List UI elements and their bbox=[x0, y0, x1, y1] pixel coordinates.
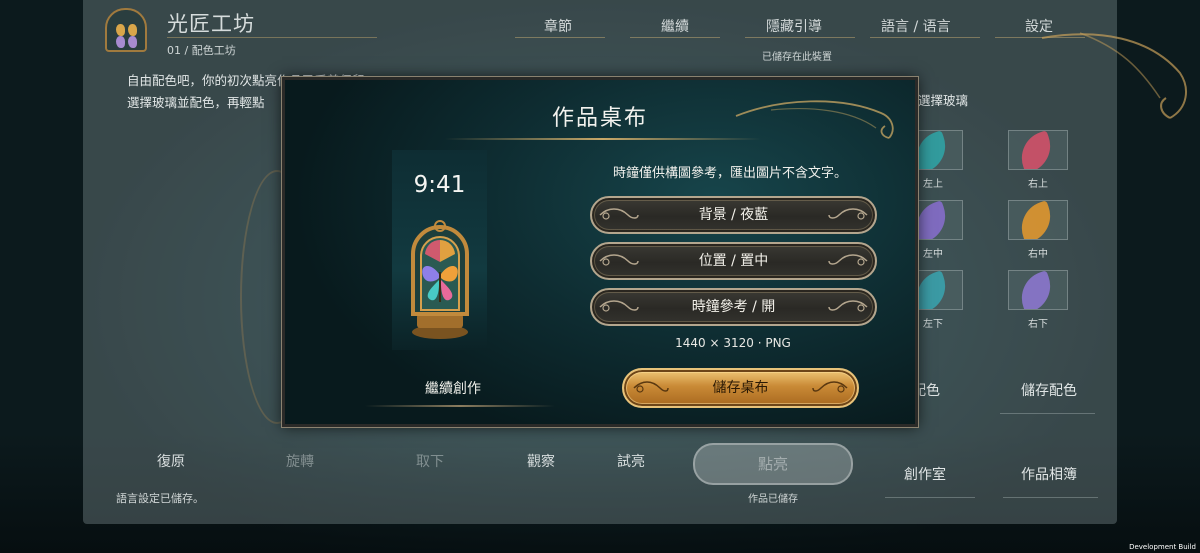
dialog-title: 作品桌布 bbox=[551, 106, 648, 131]
swatch-label: 右上 bbox=[1028, 179, 1048, 190]
nav-continue[interactable]: 繼續 bbox=[661, 16, 689, 36]
save-wallpaper-label: 儲存桌布 bbox=[712, 380, 769, 396]
try-light-button[interactable]: 試亮 bbox=[617, 451, 645, 471]
app-subtitle: 01 / 配色工坊 bbox=[167, 44, 236, 57]
album-underline bbox=[1003, 497, 1098, 498]
scroll-ornament-icon bbox=[828, 254, 868, 266]
continue-creating-button[interactable]: 繼續創作 bbox=[425, 378, 481, 398]
rotate-button[interactable]: 旋轉 bbox=[286, 451, 314, 471]
swatch-bottom-right[interactable] bbox=[1008, 270, 1068, 310]
lantern-icon bbox=[411, 220, 469, 339]
studio-underline bbox=[885, 497, 975, 498]
save-colors-button[interactable]: 儲存配色 bbox=[1021, 380, 1077, 400]
light-up-button[interactable]: 點亮 bbox=[693, 443, 853, 485]
scroll-ornament-icon bbox=[812, 381, 848, 393]
scroll-ornament-icon bbox=[633, 381, 669, 393]
swatch-label: 右下 bbox=[1028, 319, 1048, 330]
wallpaper-dialog: 作品桌布 9:41 時鐘僅供構圖參考，匯出圖片不含文字。 背景 / 夜藍 位置 … bbox=[281, 76, 919, 428]
saved-status: 已儲存在此裝置 bbox=[762, 52, 832, 63]
export-spec: 1440 × 3120 · PNG bbox=[675, 336, 791, 350]
nav-underline bbox=[745, 37, 855, 38]
nav-hide-guide[interactable]: 隱藏引導 bbox=[766, 16, 822, 36]
nav-underline bbox=[870, 37, 980, 38]
swatch-label: 右中 bbox=[1028, 249, 1048, 260]
position-option-label: 位置 / 置中 bbox=[698, 253, 769, 269]
title-divider bbox=[445, 138, 761, 140]
clock-reference-option-label: 時鐘參考 / 開 bbox=[691, 299, 776, 315]
scroll-ornament-icon bbox=[828, 300, 868, 312]
nav-underline bbox=[515, 37, 605, 38]
album-button[interactable]: 作品相簿 bbox=[1021, 464, 1077, 484]
work-saved-status: 作品已儲存 bbox=[748, 494, 798, 505]
scroll-ornament-icon bbox=[599, 300, 639, 312]
background-option-button[interactable]: 背景 / 夜藍 bbox=[590, 196, 877, 234]
remove-button[interactable]: 取下 bbox=[416, 451, 444, 471]
intro-line-2: 選擇玻璃並配色，再輕點 bbox=[127, 95, 265, 110]
nav-language[interactable]: 語言 / 语言 bbox=[881, 16, 951, 36]
preview-clock: 9:41 bbox=[413, 172, 466, 198]
scroll-ornament-icon bbox=[599, 208, 639, 220]
nav-chapters[interactable]: 章節 bbox=[544, 16, 572, 36]
dev-build-label: Development Build bbox=[1129, 543, 1196, 551]
background-option-label: 背景 / 夜藍 bbox=[698, 207, 769, 223]
scroll-ornament-icon bbox=[828, 208, 868, 220]
reset-button[interactable]: 復原 bbox=[157, 451, 185, 471]
swatch-mid-right[interactable] bbox=[1008, 200, 1068, 240]
studio-button[interactable]: 創作室 bbox=[904, 464, 946, 484]
title-divider bbox=[167, 37, 377, 38]
swatch-top-right[interactable] bbox=[1008, 130, 1068, 170]
wallpaper-preview: 9:41 bbox=[392, 150, 487, 350]
ornament-vine-icon bbox=[1041, 32, 1187, 119]
continue-underline bbox=[365, 405, 555, 407]
clock-reference-option-button[interactable]: 時鐘參考 / 開 bbox=[590, 288, 877, 326]
select-glass-title: 選擇玻璃 bbox=[918, 93, 969, 108]
language-saved-status: 語言設定已儲存。 bbox=[116, 492, 204, 505]
lamp-logo-icon bbox=[105, 8, 147, 52]
position-option-button[interactable]: 位置 / 置中 bbox=[590, 242, 877, 280]
nav-underline bbox=[630, 37, 720, 38]
clock-hint: 時鐘僅供構圖參考，匯出圖片不含文字。 bbox=[612, 166, 847, 181]
scroll-ornament-icon bbox=[599, 254, 639, 266]
save-colors-underline bbox=[1000, 413, 1095, 414]
observe-button[interactable]: 觀察 bbox=[527, 451, 555, 471]
save-wallpaper-button[interactable]: 儲存桌布 bbox=[622, 368, 859, 408]
app-title: 光匠工坊 bbox=[167, 12, 255, 36]
